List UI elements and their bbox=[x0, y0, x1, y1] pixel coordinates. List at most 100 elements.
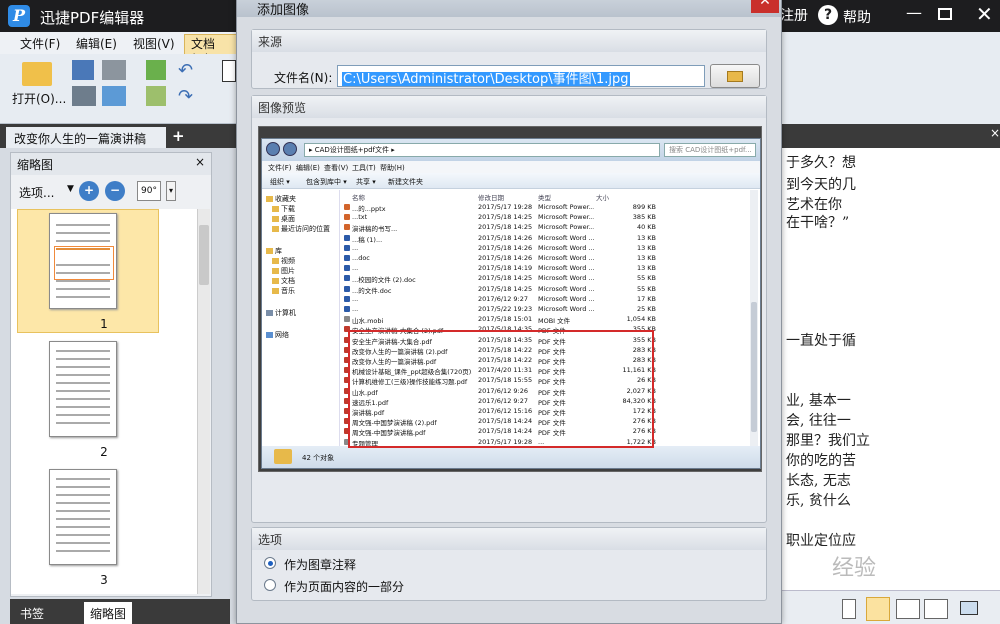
open-folder-icon[interactable] bbox=[22, 62, 52, 86]
file-row: ... 2017/5/18 14:26 Microsoft Word ... 13 K… bbox=[342, 243, 748, 253]
options-dropdown[interactable]: 选项... bbox=[19, 184, 54, 201]
file-size: 385 KB bbox=[632, 213, 656, 222]
page-thumbnail-1[interactable] bbox=[49, 213, 117, 309]
column-header: 修改日期 bbox=[478, 194, 504, 202]
thumbnail-scrollbar[interactable] bbox=[197, 209, 210, 594]
explorer-item-count: 42 个对象 bbox=[302, 454, 335, 462]
tab-bookmarks[interactable]: 书签 bbox=[14, 602, 50, 624]
file-type: Microsoft Power... bbox=[538, 213, 594, 222]
file-date: 2017/5/18 14:26 bbox=[478, 254, 533, 262]
options-group: 选项 作为图章注释 作为页面内容的一部分 bbox=[251, 527, 767, 601]
new-tab-button[interactable]: + bbox=[172, 127, 185, 145]
help-icon[interactable]: ? bbox=[818, 5, 838, 25]
single-page-icon[interactable] bbox=[842, 599, 856, 619]
export-icon[interactable] bbox=[146, 86, 166, 106]
nav-item: 网络 bbox=[275, 331, 289, 339]
undo-icon[interactable]: ↶ bbox=[178, 60, 193, 81]
file-row: 演讲稿的书写... 2017/5/18 14:25 Microsoft Power.… bbox=[342, 222, 748, 233]
source-group: 来源 文件名(N): C:\Users\Administrator\Deskto… bbox=[251, 29, 767, 89]
document-tab[interactable]: 改变你人生的一篇演讲稿 bbox=[6, 127, 166, 148]
tab-thumbnails[interactable]: 缩略图 bbox=[84, 602, 133, 624]
browse-button[interactable] bbox=[710, 64, 760, 88]
page-thumbnail-2[interactable] bbox=[49, 341, 117, 437]
file-row: ...稿 (1)... 2017/5/18 14:26 Microsoft Word… bbox=[342, 233, 748, 244]
rotate-icon[interactable]: 90° bbox=[137, 181, 161, 201]
email-icon[interactable] bbox=[102, 86, 126, 106]
file-date: 2017/5/18 14:25 bbox=[478, 223, 533, 232]
facing-pages-icon[interactable] bbox=[896, 599, 920, 619]
import-icon[interactable] bbox=[146, 60, 166, 80]
open-button[interactable]: 打开(O)... bbox=[12, 90, 66, 107]
minimize-icon[interactable]: — bbox=[906, 3, 922, 22]
file-row: ...doc 2017/5/18 14:26 Microsoft Word ... 1… bbox=[342, 253, 748, 263]
doc-line: 在干啥？” bbox=[786, 215, 850, 231]
filename-field[interactable]: C:\Users\Administrator\Desktop\事件图\1.jpg bbox=[337, 65, 705, 87]
continuous-page-icon[interactable] bbox=[866, 597, 890, 621]
folder-icon bbox=[274, 449, 292, 464]
chevron-down-icon[interactable]: ▼ bbox=[67, 184, 74, 194]
zoom-in-icon[interactable]: + bbox=[79, 181, 99, 201]
preview-group: 图像预览 ▸ CAD设计图纸+pdf文件 ▸ 搜索 CAD设计图纸+pdf...… bbox=[251, 95, 767, 523]
back-icon bbox=[266, 142, 280, 156]
save-icon[interactable] bbox=[72, 60, 94, 80]
file-date: 2017/5/18 14:26 bbox=[478, 243, 533, 252]
explorer-menu-item: 帮助(H) bbox=[380, 164, 405, 172]
zoom-out-icon[interactable]: − bbox=[105, 181, 125, 201]
doc-line: 乐, 贫什么 bbox=[786, 493, 851, 509]
stamp-annotation-radio[interactable] bbox=[264, 557, 276, 569]
dialog-close-button[interactable]: ✕ bbox=[751, 0, 779, 13]
explorer-nav-pane: 收藏夹 下载 桌面 最近访问的位置 库 视频 图片 文档 音乐 计算机 网络 bbox=[262, 190, 340, 446]
explorer-tool: 共享 ▾ bbox=[356, 178, 376, 186]
help-link[interactable]: 帮助 bbox=[843, 7, 871, 27]
file-name: ... bbox=[352, 264, 359, 273]
explorer-search: 搜索 CAD设计图纸+pdf... bbox=[664, 143, 756, 157]
file-size: 899 KB bbox=[632, 203, 656, 211]
explorer-tool: 组织 ▾ bbox=[270, 178, 290, 186]
doc-line: 那里？我们立 bbox=[786, 433, 870, 449]
close-icon[interactable]: ✕ bbox=[976, 2, 993, 26]
options-group-header: 选项 bbox=[252, 528, 766, 550]
close-icon[interactable]: × bbox=[195, 155, 205, 169]
stamp-annotation-label: 作为图章注释 bbox=[284, 558, 357, 572]
watermark-text: 经验 bbox=[832, 556, 877, 581]
print-icon[interactable] bbox=[72, 86, 96, 106]
register-link[interactable]: 注册 bbox=[780, 5, 808, 25]
menu-edit[interactable]: 编辑(E) bbox=[76, 35, 117, 52]
menu-view[interactable]: 视图(V) bbox=[133, 35, 175, 52]
continuous-facing-icon[interactable] bbox=[924, 599, 948, 619]
close-icon[interactable]: × bbox=[990, 126, 1000, 140]
explorer-tool: 新建文件夹 bbox=[388, 178, 423, 186]
fullscreen-icon[interactable] bbox=[960, 601, 978, 615]
doc-line: 艺术在你 bbox=[786, 197, 842, 213]
doc-line: 到今天的几 bbox=[786, 177, 856, 193]
redo-icon[interactable]: ↷ bbox=[178, 86, 193, 107]
explorer-scrollbar bbox=[750, 190, 758, 446]
file-type: Microsoft Word ... bbox=[538, 264, 594, 273]
scrollbar-thumb[interactable] bbox=[199, 225, 209, 285]
explorer-menu-item: 编辑(E) bbox=[296, 164, 320, 172]
chevron-down-icon[interactable]: ▾ bbox=[166, 181, 176, 201]
file-icon bbox=[344, 204, 350, 210]
column-header: 大小 bbox=[596, 194, 609, 202]
menu-file[interactable]: 文件(F) bbox=[20, 35, 60, 52]
file-type: Microsoft Word ... bbox=[538, 254, 594, 262]
file-row: ... 2017/6/12 9:27 Microsoft Word ... 17 KB bbox=[342, 294, 748, 304]
scanner-icon[interactable] bbox=[102, 60, 126, 80]
nav-item: 计算机 bbox=[275, 309, 296, 317]
page-content-radio[interactable] bbox=[264, 579, 276, 591]
nav-item: 音乐 bbox=[281, 287, 295, 295]
file-icon bbox=[344, 265, 350, 272]
file-size: 40 KB bbox=[636, 223, 656, 232]
explorer-screenshot: ▸ CAD设计图纸+pdf文件 ▸ 搜索 CAD设计图纸+pdf... 文件(F… bbox=[261, 138, 761, 469]
page-thumbnail-3[interactable] bbox=[49, 469, 117, 565]
file-icon bbox=[344, 244, 350, 251]
scrollbar-thumb bbox=[751, 302, 757, 432]
maximize-icon[interactable] bbox=[938, 8, 952, 20]
file-type: Microsoft Power... bbox=[538, 223, 594, 232]
nav-item: 下载 bbox=[281, 205, 295, 213]
highlight-box bbox=[348, 330, 654, 448]
dialog-title: 添加图像 bbox=[237, 0, 781, 18]
hand-tool-icon[interactable] bbox=[222, 60, 236, 82]
file-size: 17 KB bbox=[636, 294, 656, 303]
page-number: 3 bbox=[100, 573, 108, 587]
